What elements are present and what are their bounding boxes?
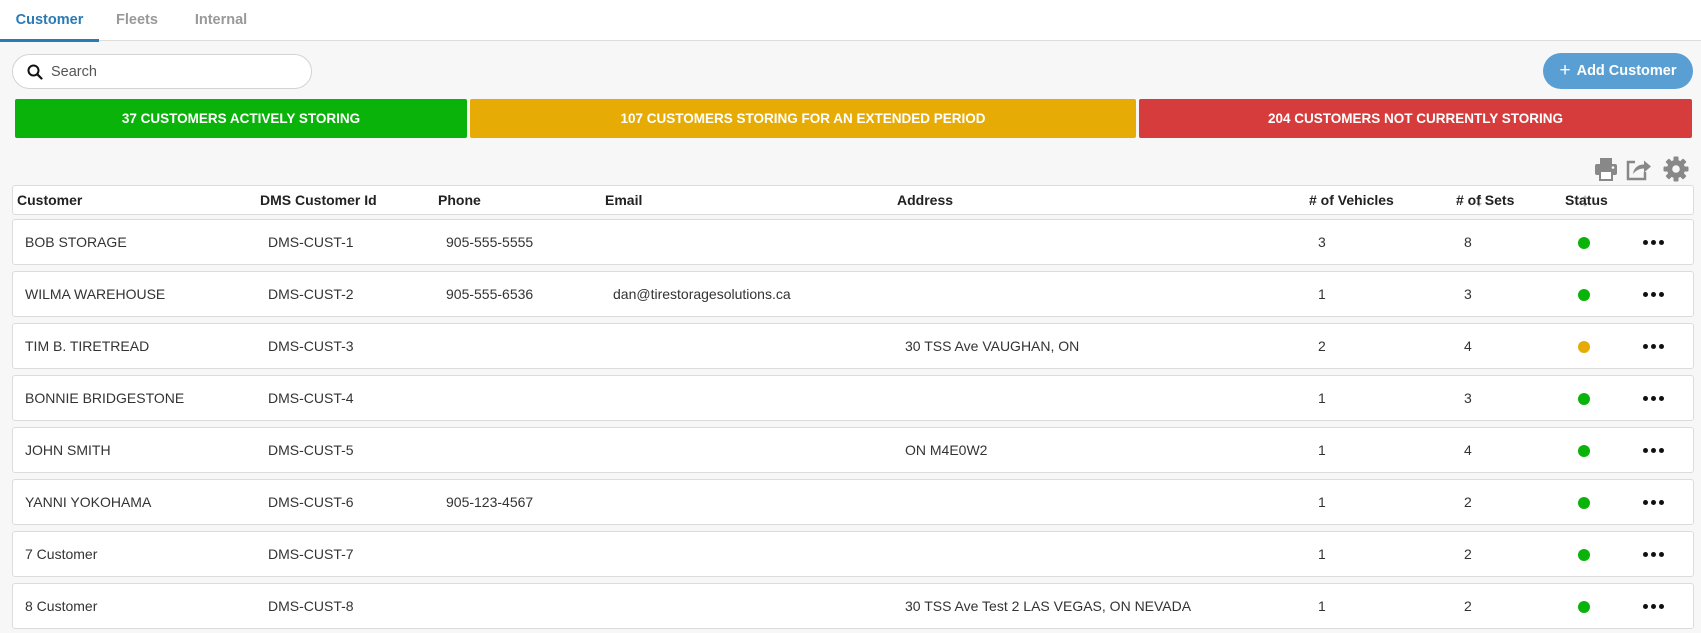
table-header: Customer DMS Customer Id Phone Email Add… [12,185,1694,215]
cell-customer: JOHN SMITH [25,442,111,458]
table-row[interactable]: WILMA WAREHOUSE DMS-CUST-2 905-555-6536 dan… [12,271,1694,317]
search-box [12,54,312,89]
more-options-icon[interactable] [1643,344,1665,350]
cell-customer: YANNI YOKOHAMA [25,494,152,510]
cell-dms-customer-id: DMS-CUST-2 [268,286,354,302]
cell-address: 30 TSS Ave VAUGHAN, ON [905,338,1080,354]
gear-icon[interactable] [1662,155,1690,183]
banner-extended-period[interactable]: 107 CUSTOMERS STORING FOR AN EXTENDED PE… [470,99,1136,138]
cell-customer: BONNIE BRIDGESTONE [25,390,185,406]
table-row[interactable]: BOB STORAGE DMS-CUST-1 905-555-5555 3 8 [12,219,1694,265]
table-row[interactable]: 8 Customer DMS-CUST-8 30 TSS Ave Test 2 LA… [12,583,1694,629]
cell-phone: 905-123-4567 [446,494,534,510]
cell-dms-customer-id: DMS-CUST-4 [268,390,354,406]
tab-fleets[interactable]: Fleets [104,0,170,41]
cell-phone: 905-555-5555 [446,234,534,250]
column-header-status[interactable]: Status [1565,186,1608,214]
status-dot [1578,393,1590,405]
more-options-icon[interactable] [1643,292,1665,298]
cell-dms-customer-id: DMS-CUST-1 [268,234,354,250]
status-dot [1578,237,1590,249]
cell-sets: 2 [1464,546,1472,562]
more-options-icon[interactable] [1643,500,1665,506]
column-header-dms-customer-id[interactable]: DMS Customer Id [260,186,377,214]
add-customer-button[interactable]: + Add Customer [1543,53,1693,89]
cell-address: ON M4E0W2 [905,442,988,458]
cell-dms-customer-id: DMS-CUST-6 [268,494,354,510]
column-header-email[interactable]: Email [605,186,642,214]
cell-dms-customer-id: DMS-CUST-5 [268,442,354,458]
cell-sets: 8 [1464,234,1472,250]
more-options-icon[interactable] [1643,604,1665,610]
cell-vehicles: 3 [1318,234,1326,250]
banner-actively-storing[interactable]: 37 CUSTOMERS ACTIVELY STORING [15,99,467,138]
search-icon [27,64,43,80]
more-options-icon[interactable] [1643,552,1665,558]
table-row[interactable]: JOHN SMITH DMS-CUST-5 ON M4E0W2 1 4 [12,427,1694,473]
column-header-sets[interactable]: # of Sets [1456,186,1514,214]
cell-vehicles: 1 [1318,286,1326,302]
status-dot [1578,445,1590,457]
tab-customer[interactable]: Customer [0,0,99,42]
cell-customer: BOB STORAGE [25,234,127,250]
cell-sets: 3 [1464,286,1472,302]
print-icon[interactable] [1592,155,1620,183]
cell-vehicles: 2 [1318,338,1326,354]
share-icon[interactable] [1624,155,1652,183]
cell-customer: TIM B. TIRETREAD [25,338,150,354]
table-row[interactable]: 7 Customer DMS-CUST-7 1 2 [12,531,1694,577]
table-row[interactable]: BONNIE BRIDGESTONE DMS-CUST-4 1 3 [12,375,1694,421]
table-row[interactable]: TIM B. TIRETREAD DMS-CUST-3 30 TSS Ave VAU… [12,323,1694,369]
column-header-address[interactable]: Address [897,186,953,214]
column-header-customer[interactable]: Customer [17,186,82,214]
status-dot [1578,341,1590,353]
tab-bar: Customer Fleets Internal [0,0,1701,42]
cell-sets: 2 [1464,494,1472,510]
cell-sets: 4 [1464,338,1472,354]
more-options-icon[interactable] [1643,448,1665,454]
column-header-phone[interactable]: Phone [438,186,481,214]
cell-customer: 7 Customer [25,546,98,562]
cell-sets: 4 [1464,442,1472,458]
plus-icon: + [1559,60,1571,81]
banner-not-storing[interactable]: 204 CUSTOMERS NOT CURRENTLY STORING [1139,99,1692,138]
cell-vehicles: 1 [1318,546,1326,562]
cell-vehicles: 1 [1318,390,1326,406]
cell-email: dan@tirestoragesolutions.ca [613,286,791,302]
cell-customer: WILMA WAREHOUSE [25,286,166,302]
cell-address: 30 TSS Ave Test 2 LAS VEGAS, ON NEVADA [905,598,1192,614]
column-header-vehicles[interactable]: # of Vehicles [1309,186,1394,214]
more-options-icon[interactable] [1643,240,1665,246]
cell-dms-customer-id: DMS-CUST-8 [268,598,354,614]
cell-vehicles: 1 [1318,598,1326,614]
cell-phone: 905-555-6536 [446,286,534,302]
cell-dms-customer-id: DMS-CUST-7 [268,546,354,562]
cell-customer: 8 Customer [25,598,98,614]
status-dot [1578,601,1590,613]
table-row[interactable]: YANNI YOKOHAMA DMS-CUST-6 905-123-4567 1 2 [12,479,1694,525]
status-dot [1578,549,1590,561]
cell-vehicles: 1 [1318,494,1326,510]
cell-sets: 3 [1464,390,1472,406]
status-dot [1578,497,1590,509]
cell-sets: 2 [1464,598,1472,614]
tab-internal[interactable]: Internal [184,0,258,41]
add-customer-label: Add Customer [1576,63,1677,79]
cell-vehicles: 1 [1318,442,1326,458]
cell-dms-customer-id: DMS-CUST-3 [268,338,354,354]
search-input[interactable] [51,61,301,83]
more-options-icon[interactable] [1643,396,1665,402]
status-dot [1578,289,1590,301]
